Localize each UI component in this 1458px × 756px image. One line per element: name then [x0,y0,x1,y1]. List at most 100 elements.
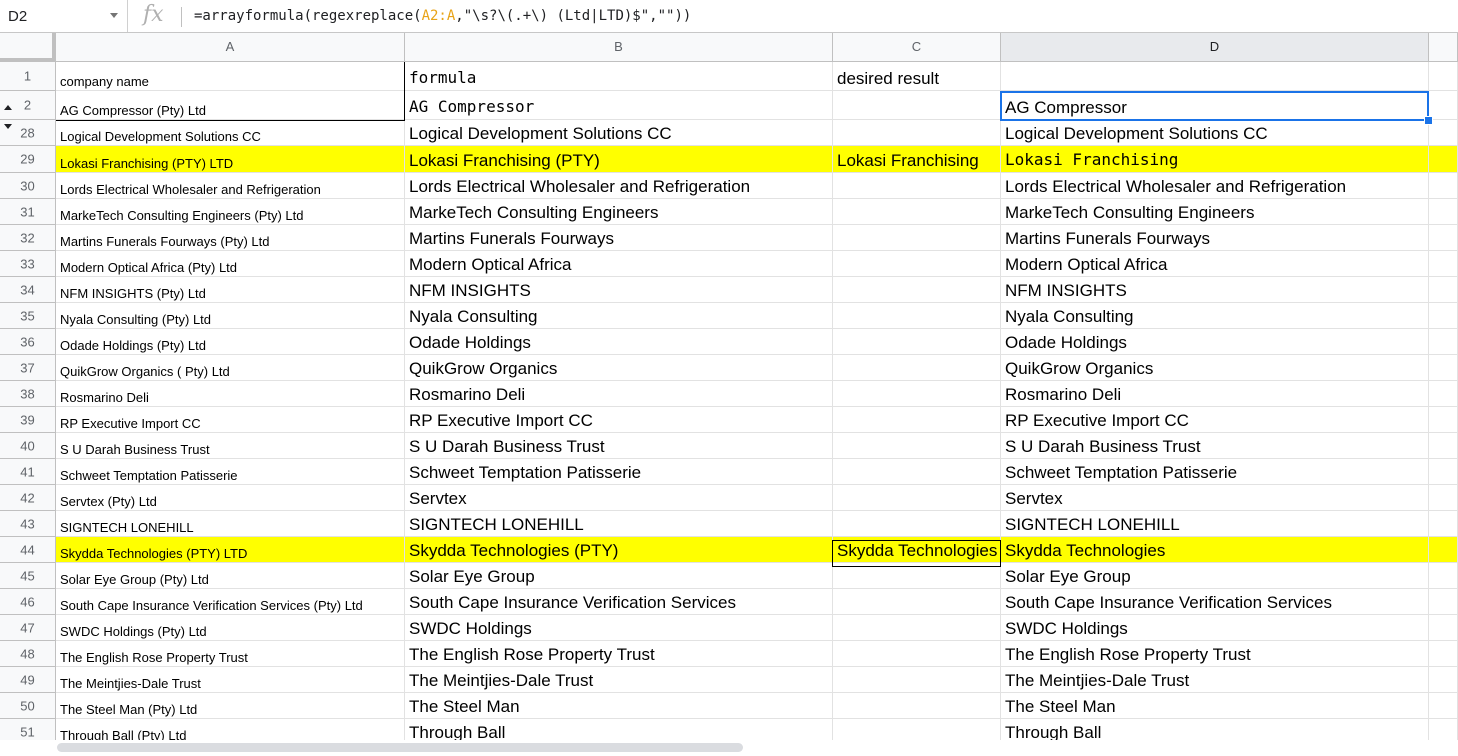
cell-c50[interactable] [833,693,1001,719]
cell-a40[interactable]: S U Darah Business Trust [56,433,405,459]
cell-a50[interactable]: The Steel Man (Pty) Ltd [56,693,405,719]
row-header[interactable]: 2 [0,91,56,120]
cell-d45[interactable]: Solar Eye Group [1001,563,1429,589]
column-header-c[interactable]: C [833,33,1001,62]
cell-d46[interactable]: South Cape Insurance Verification Servic… [1001,589,1429,615]
cell-b50[interactable]: The Steel Man [405,693,833,719]
cell-c2[interactable] [833,91,1001,120]
cell-a48[interactable]: The English Rose Property Trust [56,641,405,667]
cell-b33[interactable]: Modern Optical Africa [405,251,833,277]
column-header-extra[interactable] [1429,33,1458,62]
cell-a32[interactable]: Martins Funerals Fourways (Pty) Ltd [56,225,405,251]
cell-e41[interactable] [1429,459,1458,485]
cell-d30[interactable]: Lords Electrical Wholesaler and Refriger… [1001,173,1429,199]
cell-b39[interactable]: RP Executive Import CC [405,407,833,433]
row-header[interactable]: 37 [0,355,56,381]
cell-d29[interactable]: Lokasi Franchising [1001,146,1429,173]
cell-e50[interactable] [1429,693,1458,719]
cell-e47[interactable] [1429,615,1458,641]
row-header[interactable]: 1 [0,62,56,91]
chevron-down-icon[interactable] [110,13,118,18]
formula-input[interactable]: =arrayformula(regexreplace(A2:A,"\s?\(.+… [194,8,691,24]
cell-b45[interactable]: Solar Eye Group [405,563,833,589]
cell-a1[interactable]: company name [56,62,405,91]
column-header-d[interactable]: D [1001,33,1429,62]
cell-b32[interactable]: Martins Funerals Fourways [405,225,833,251]
cell-d2[interactable]: AG Compressor [1001,91,1429,120]
cell-a35[interactable]: Nyala Consulting (Pty) Ltd [56,303,405,329]
row-header[interactable]: 30 [0,173,56,199]
cell-d32[interactable]: Martins Funerals Fourways [1001,225,1429,251]
cell-c33[interactable] [833,251,1001,277]
row-header[interactable]: 41 [0,459,56,485]
cell-c41[interactable] [833,459,1001,485]
cell-c48[interactable] [833,641,1001,667]
cell-d47[interactable]: SWDC Holdings [1001,615,1429,641]
cell-e42[interactable] [1429,485,1458,511]
cell-d1[interactable] [1001,62,1429,91]
cell-e46[interactable] [1429,589,1458,615]
row-header[interactable]: 31 [0,199,56,225]
row-header[interactable]: 46 [0,589,56,615]
row-header[interactable]: 32 [0,225,56,251]
column-header-a[interactable]: A [56,33,405,62]
cell-c34[interactable] [833,277,1001,303]
cell-d43[interactable]: SIGNTECH LONEHILL [1001,511,1429,537]
cell-a38[interactable]: Rosmarino Deli [56,381,405,407]
cell-c31[interactable] [833,199,1001,225]
cell-b2[interactable]: AG Compressor [405,91,833,120]
cell-e33[interactable] [1429,251,1458,277]
cell-e30[interactable] [1429,173,1458,199]
row-header[interactable]: 35 [0,303,56,329]
row-header[interactable]: 34 [0,277,56,303]
cell-e1[interactable] [1429,62,1458,91]
row-header[interactable]: 50 [0,693,56,719]
cell-a44[interactable]: Skydda Technologies (PTY) LTD [56,537,405,563]
cell-e32[interactable] [1429,225,1458,251]
cell-d44[interactable]: Skydda Technologies [1001,537,1429,563]
cell-b37[interactable]: QuikGrow Organics [405,355,833,381]
row-header[interactable]: 39 [0,407,56,433]
row-header[interactable]: 44 [0,537,56,563]
cell-d50[interactable]: The Steel Man [1001,693,1429,719]
cell-c37[interactable] [833,355,1001,381]
cell-a47[interactable]: SWDC Holdings (Pty) Ltd [56,615,405,641]
cell-c47[interactable] [833,615,1001,641]
row-header[interactable]: 29 [0,146,56,173]
cell-d49[interactable]: The Meintjies-Dale Trust [1001,667,1429,693]
cell-d41[interactable]: Schweet Temptation Patisserie [1001,459,1429,485]
cell-c38[interactable] [833,381,1001,407]
cell-c28[interactable] [833,120,1001,146]
cell-a37[interactable]: QuikGrow Organics ( Pty) Ltd [56,355,405,381]
cell-e2[interactable] [1429,91,1458,120]
cell-d37[interactable]: QuikGrow Organics [1001,355,1429,381]
cell-b38[interactable]: Rosmarino Deli [405,381,833,407]
row-header[interactable]: 40 [0,433,56,459]
cell-b40[interactable]: S U Darah Business Trust [405,433,833,459]
cell-a42[interactable]: Servtex (Pty) Ltd [56,485,405,511]
cell-c44[interactable]: Skydda Technologies [833,537,1001,563]
cell-a45[interactable]: Solar Eye Group (Pty) Ltd [56,563,405,589]
cell-d31[interactable]: MarkeTech Consulting Engineers [1001,199,1429,225]
row-header[interactable]: 45 [0,563,56,589]
row-header[interactable]: 49 [0,667,56,693]
cell-b34[interactable]: NFM INSIGHTS [405,277,833,303]
cell-a39[interactable]: RP Executive Import CC [56,407,405,433]
cell-d39[interactable]: RP Executive Import CC [1001,407,1429,433]
cell-e31[interactable] [1429,199,1458,225]
cell-e45[interactable] [1429,563,1458,589]
cell-e48[interactable] [1429,641,1458,667]
cell-b43[interactable]: SIGNTECH LONEHILL [405,511,833,537]
cell-a34[interactable]: NFM INSIGHTS (Pty) Ltd [56,277,405,303]
cell-e39[interactable] [1429,407,1458,433]
row-header[interactable]: 28 [0,120,56,146]
cell-b42[interactable]: Servtex [405,485,833,511]
row-header[interactable]: 47 [0,615,56,641]
cell-a2[interactable]: AG Compressor (Pty) Ltd [56,91,405,120]
cell-e49[interactable] [1429,667,1458,693]
collapse-up-icon[interactable] [4,105,12,110]
cell-b31[interactable]: MarkeTech Consulting Engineers [405,199,833,225]
row-header[interactable]: 43 [0,511,56,537]
collapse-down-icon[interactable] [4,124,12,129]
cell-b48[interactable]: The English Rose Property Trust [405,641,833,667]
